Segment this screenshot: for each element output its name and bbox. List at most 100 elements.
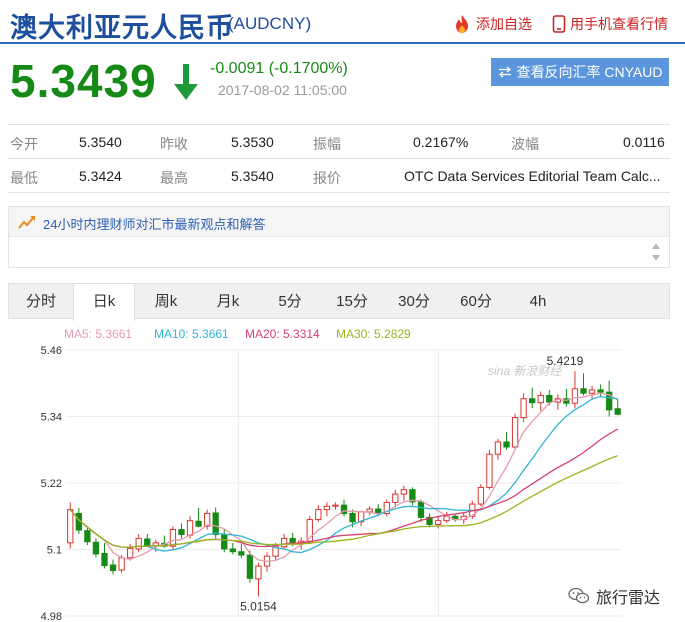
candle-down [529,398,536,404]
y-tick-label: 5.1 [47,545,62,557]
candle-up [486,453,493,488]
opinion-link[interactable]: 24小时内理财师对汇市最新观点和解答 [43,214,265,233]
high-label: 最高 [160,170,188,186]
amplitude-label: 振幅 [313,136,341,152]
candle-down [597,389,604,393]
candle-down [289,537,296,544]
flame-icon [456,15,468,33]
low-value: 5.3424 [79,168,122,184]
currency-code: (AUDCNY) [228,14,312,33]
candle-up [571,388,579,404]
brand-badge: 旅行雷达 [568,584,660,608]
price-change: -0.0091 (-0.1700%) [210,60,348,77]
add-watch-button[interactable]: 添加自选 [452,14,532,34]
reverse-rate-label: 查看反向汇率 CNYAUD [516,64,663,80]
candle-down [238,551,245,556]
tab-30min[interactable]: 30分 [383,284,445,319]
reverse-rate-button[interactable]: 查看反向汇率 CNYAUD [491,58,669,86]
tab-monthly-k[interactable]: 月k [197,284,259,319]
sina-watermark: sina 新浪财经 [488,364,562,378]
range-label: 波幅 [511,136,539,152]
y-tick-label: 5.34 [41,412,62,424]
quote-row: 今开 5.3540 昨收 5.3530 振幅 0.2167% 波幅 0.0116 [8,125,670,159]
ma5-line [69,392,619,563]
candle-down [614,408,621,415]
kline-plot[interactable]: 5.465.345.225.14.985.42195.0154 [0,320,685,622]
add-watch-label: 添加自选 [476,16,532,32]
candle-down [580,388,587,394]
mobile-phone-icon [552,15,566,33]
amplitude-value: 0.2167% [413,134,469,150]
prev-close-label: 昨收 [160,136,188,152]
candle-down [229,548,236,553]
candle-down [546,394,553,403]
quote-row: 最低 5.3424 最高 5.3540 报价 OTC Data Services… [8,159,670,193]
ma10-line [69,395,618,554]
candle-up [67,509,74,544]
tab-15min[interactable]: 15分 [321,284,383,319]
low-annotation: 5.0154 [240,600,277,614]
y-tick-label: 5.22 [41,478,62,490]
candle-up [118,557,125,571]
opinion-header[interactable]: 24小时内理财师对汇市最新观点和解答 [9,207,669,237]
opinion-box: 24小时内理财师对汇市最新观点和解答 [8,206,670,268]
candle-down [221,534,228,550]
tab-4h[interactable]: 4h [507,284,569,319]
current-price: 5.3439 [10,55,157,107]
candle-up [537,394,544,404]
candle-up [135,537,142,550]
low-label: 最低 [10,170,38,186]
candle-down [417,501,425,518]
candle-down [109,564,117,572]
candle-up [280,537,288,548]
range-value: 0.0116 [623,134,665,150]
candle-up [520,398,527,419]
wechat-icon [568,587,590,604]
trend-icon [18,216,35,229]
open-label: 今开 [10,136,38,152]
tab-weekly-k[interactable]: 周k [135,284,197,319]
candle-up [588,389,596,394]
prev-close-value: 5.3530 [231,134,274,150]
candle-down [246,554,254,579]
period-tabs: 分时 日k 周k 月k 5分 15分 30分 60分 4h [8,283,670,321]
source-value: OTC Data Services Editorial Team Calc... [404,168,661,184]
candle-up [323,505,331,511]
kline-chart: MA5: 5.3661 MA10: 5.3661 MA20: 5.3314 MA… [0,320,685,622]
y-tick-label: 4.98 [41,611,62,622]
tab-intraday[interactable]: 分时 [9,284,73,319]
candle-up [400,489,408,495]
candle-up [127,547,134,559]
candle-down [178,529,185,536]
quote-table: 今开 5.3540 昨收 5.3530 振幅 0.2167% 波幅 0.0116… [8,124,670,193]
price-block: 5.3439 -0.0091 (-0.1700%) 2017-08-02 11:… [0,46,685,121]
title-bar: 澳大利亚元人民币 (AUDCNY) 添加自选 用手机查看行情 [0,0,685,44]
candle-up [255,565,262,580]
source-label: 报价 [313,170,341,186]
tab-60min[interactable]: 60分 [445,284,507,319]
candle-up [511,417,519,448]
high-value: 5.3540 [231,168,274,184]
candle-down [349,512,356,523]
scroll-arrows-icon[interactable] [651,241,661,263]
mobile-view-button[interactable]: 用手机查看行情 [552,14,668,34]
candle-up [366,508,373,513]
candle-up [392,493,399,503]
candle-up [186,520,194,536]
candle-down [84,530,91,543]
candle-down [101,552,108,567]
candle-down [212,512,219,536]
candle-up [494,441,502,455]
candle-down [144,538,151,546]
candle-down [195,520,202,527]
swap-icon [498,66,511,78]
quote-timestamp: 2017-08-02 11:05:00 [218,82,347,98]
tab-daily-k[interactable]: 日k [73,284,135,321]
y-tick-label: 5.46 [41,345,62,357]
candle-up [434,520,442,526]
candle-up [315,509,322,521]
tab-5min[interactable]: 5分 [259,284,321,319]
ma20-line [69,428,619,548]
candle-up [332,504,339,507]
candle-up [169,529,177,547]
